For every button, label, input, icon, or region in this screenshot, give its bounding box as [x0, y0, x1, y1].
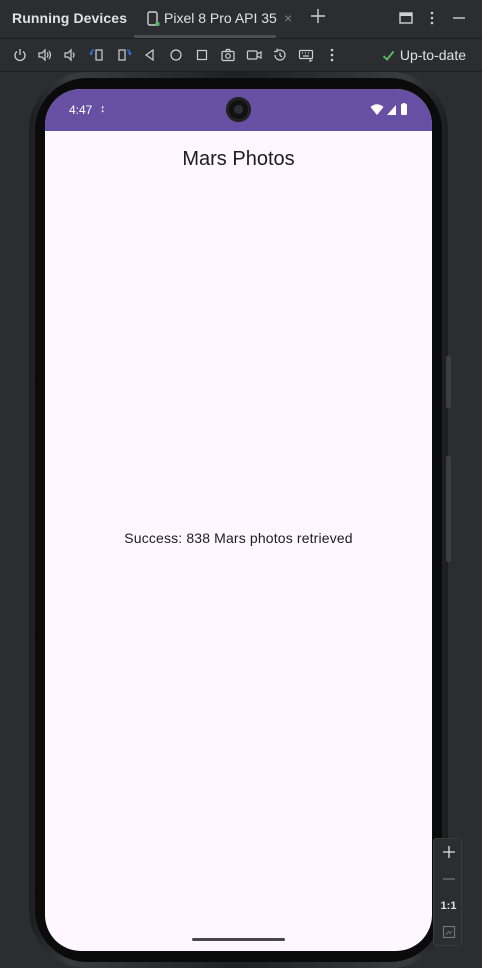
zoom-in-button[interactable] — [434, 839, 463, 865]
screen-record-icon[interactable] — [246, 47, 262, 63]
wifi-icon — [370, 104, 384, 115]
more-icon[interactable] — [324, 47, 340, 63]
minus-icon — [442, 878, 455, 880]
add-device-icon[interactable] — [309, 7, 327, 25]
sync-status: Up-to-date — [382, 47, 466, 63]
minimize-icon[interactable] — [451, 10, 467, 26]
device-area: 4:47 ↕ Mars Photos Success: 838 Mars pho… — [0, 72, 482, 968]
check-icon — [382, 50, 395, 61]
front-camera — [226, 97, 251, 122]
rotate-left-icon[interactable] — [89, 47, 105, 63]
screenshot-icon[interactable] — [220, 47, 236, 63]
battery-icon — [401, 104, 407, 115]
power-icon[interactable] — [12, 47, 28, 63]
status-icons — [370, 103, 407, 115]
keyboard-icon[interactable] — [298, 47, 314, 63]
overview-icon[interactable] — [194, 47, 210, 63]
zoom-controls: 1:1 — [433, 838, 462, 946]
close-tab-icon[interactable]: × — [284, 10, 292, 26]
reset-icon[interactable] — [272, 47, 288, 63]
rotate-right-icon[interactable] — [116, 47, 132, 63]
android-status-bar: 4:47 ↕ — [45, 89, 432, 131]
status-time: 4:47 — [69, 103, 93, 117]
fit-screen-icon — [442, 925, 455, 939]
volume-up-icon[interactable] — [37, 47, 53, 63]
power-side-button — [446, 356, 451, 408]
device-tab[interactable]: Pixel 8 Pro API 35 × — [134, 0, 292, 38]
panel-title: Running Devices — [12, 10, 128, 26]
volume-side-button — [446, 456, 451, 562]
home-indicator[interactable] — [192, 938, 285, 941]
home-icon[interactable] — [168, 47, 184, 63]
plus-icon — [442, 846, 455, 858]
signal-icon — [387, 105, 396, 115]
device-tab-label: Pixel 8 Pro API 35 — [164, 10, 277, 26]
window-layout-icon[interactable] — [398, 10, 414, 26]
device-tab-icon — [147, 11, 160, 27]
title-bar: Running Devices Pixel 8 Pro API 35 × — [0, 0, 482, 38]
volume-down-icon[interactable] — [63, 47, 79, 63]
options-menu-icon[interactable] — [424, 10, 440, 26]
usb-debug-icon: ↕ — [100, 103, 106, 115]
back-icon[interactable] — [142, 47, 158, 63]
zoom-actual-size-button[interactable]: 1:1 — [434, 893, 463, 919]
zoom-out-button[interactable] — [434, 866, 463, 892]
status-label: Up-to-date — [399, 47, 466, 63]
result-message: Success: 838 Mars photos retrieved — [124, 530, 353, 546]
app-title: Mars Photos — [182, 148, 295, 170]
phone-screen[interactable]: 4:47 ↕ Mars Photos Success: 838 Mars pho… — [45, 89, 432, 951]
device-toolbar: Up-to-date — [0, 38, 482, 72]
zoom-fit-button[interactable] — [434, 919, 463, 945]
